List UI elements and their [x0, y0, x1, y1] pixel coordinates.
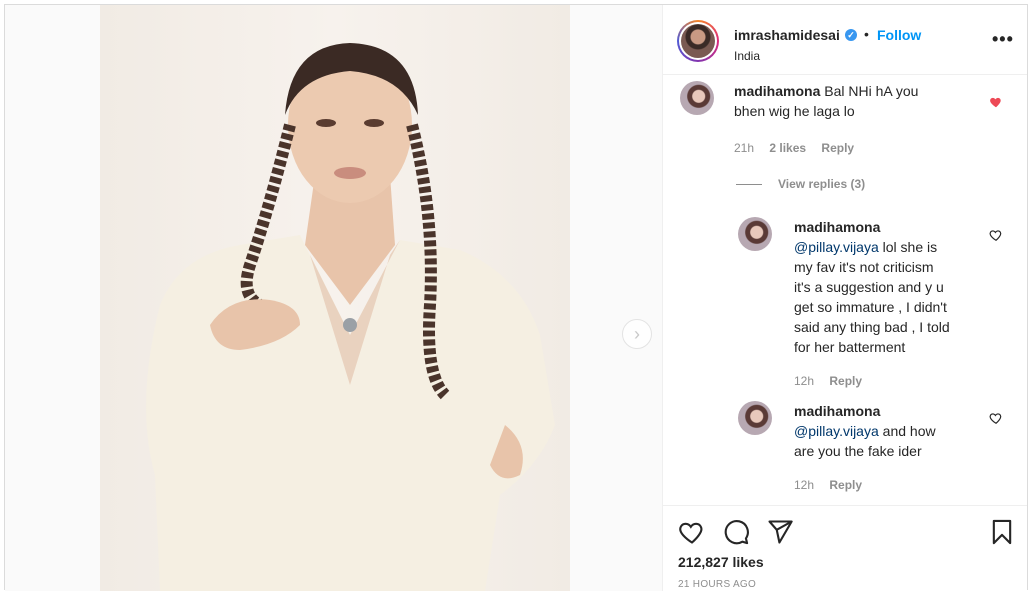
comment-username[interactable]: madihamona — [794, 219, 880, 235]
profile-username[interactable]: imrashamidesai — [734, 27, 840, 43]
reply-button[interactable]: Reply — [829, 478, 862, 492]
header-separator: • — [864, 26, 869, 42]
follow-button[interactable]: Follow — [877, 27, 921, 43]
comment-body: madihamona @pillay.vijaya lol she is my … — [794, 217, 984, 357]
comment-text-line: lol she is — [878, 239, 938, 255]
view-replies-button[interactable]: View replies (3) — [736, 177, 865, 191]
post-timestamp[interactable]: 21 HOURS AGO — [678, 579, 756, 590]
comment-avatar[interactable] — [738, 217, 772, 251]
comment-text-line: are you the fake ider — [794, 443, 922, 459]
post-photo — [100, 5, 570, 591]
comment-text-line: said any thing bad , I told — [794, 319, 950, 335]
instagram-post: › imrashamidesai ✓ • Follow India ••• ma… — [4, 4, 1028, 591]
reply-button[interactable]: Reply — [829, 374, 862, 388]
comment-bubble-icon[interactable] — [722, 518, 750, 546]
comment-time[interactable]: 21h — [734, 141, 754, 155]
verified-badge-icon: ✓ — [845, 29, 857, 41]
post-media: › — [5, 5, 663, 591]
comment-text-line: bhen wig he laga lo — [734, 103, 855, 119]
comment-avatar[interactable] — [680, 81, 714, 115]
profile-avatar[interactable] — [677, 20, 719, 62]
comment-body: madihamona Bal NHi hA you bhen wig he la… — [734, 81, 984, 121]
comment-avatar[interactable] — [738, 401, 772, 435]
more-options-button[interactable]: ••• — [992, 29, 1014, 50]
comment-text-line: and how — [878, 423, 936, 439]
comments-list: madihamona Bal NHi hA you bhen wig he la… — [662, 75, 1027, 505]
post-sidebar: imrashamidesai ✓ • Follow India ••• madi… — [662, 5, 1027, 591]
comment-text-line: my fav it's not criticism — [794, 259, 934, 275]
like-heart-icon[interactable] — [678, 518, 706, 546]
liked-heart-icon[interactable] — [989, 95, 1003, 109]
comment-meta: 12h Reply — [794, 374, 874, 388]
comment-text-line: get so immature , I didn't — [794, 299, 947, 315]
reply-button[interactable]: Reply — [821, 141, 854, 155]
comment-time[interactable]: 12h — [794, 374, 814, 388]
comment-mention[interactable]: @pillay.vijaya — [794, 423, 879, 439]
comment-username[interactable]: madihamona — [734, 83, 820, 99]
heart-outline-icon[interactable] — [989, 228, 1003, 242]
comment-text-line: it's a suggestion and y u — [794, 279, 944, 295]
comment-text-line: for her batterment — [794, 339, 906, 355]
comment-username[interactable]: madihamona — [794, 403, 880, 419]
comment-likes[interactable]: 2 likes — [769, 141, 806, 155]
view-replies-label: View replies (3) — [778, 177, 866, 191]
post-location[interactable]: India — [734, 49, 760, 63]
save-bookmark-icon[interactable] — [988, 518, 1016, 546]
comment-meta: 21h 2 likes Reply — [734, 141, 866, 155]
comment-body: madihamona @pillay.vijaya and how are yo… — [794, 401, 984, 461]
comment-meta: 12h Reply — [794, 478, 874, 492]
share-paper-plane-icon[interactable] — [766, 518, 794, 546]
post-actions: 212,827 likes 21 HOURS AGO — [662, 505, 1027, 591]
comment-text-line: Bal NHi hA you — [824, 83, 919, 99]
heart-outline-icon[interactable] — [989, 411, 1003, 425]
post-header: imrashamidesai ✓ • Follow India ••• — [662, 5, 1027, 75]
next-image-button[interactable]: › — [622, 319, 652, 349]
comment-mention[interactable]: @pillay.vijaya — [794, 239, 879, 255]
likes-count[interactable]: 212,827 likes — [678, 554, 764, 570]
comment-time[interactable]: 12h — [794, 478, 814, 492]
